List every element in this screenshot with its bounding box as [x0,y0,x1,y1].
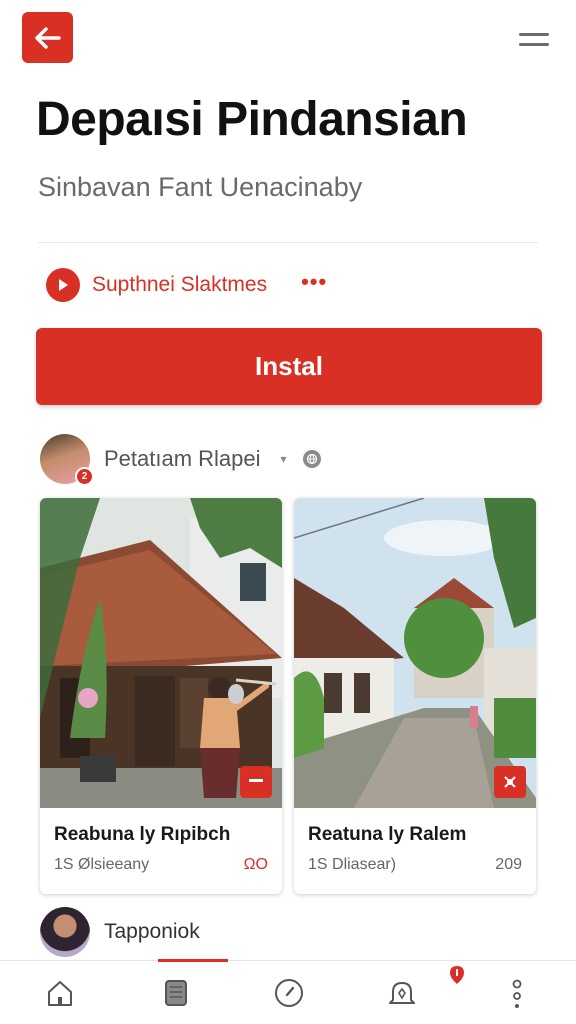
nav-notifications[interactable] [382,973,422,1013]
install-button[interactable]: Instal [36,328,542,405]
tag-icon[interactable] [494,766,526,798]
card-image [40,498,282,808]
book-icon [165,980,187,1006]
card-meta: 1S Ølsieeany [54,856,150,873]
arrow-left-icon [34,26,61,49]
globe-icon [302,450,321,468]
article-card[interactable]: Reabuna ly Rıpibch 1S Ølsieeany ΩO [40,498,282,894]
article-card[interactable]: Reatuna ly Ralem 1S Dliasear) 209 [294,498,536,894]
compass-icon [275,979,303,1007]
more-vertical-icon [512,979,522,1008]
chevron-down-icon[interactable]: ▾ [281,452,287,466]
avatar-badge: 2 [75,467,94,486]
author-name[interactable]: Petatıam Rlapei [104,446,261,472]
next-author-row[interactable]: Tapponiok [40,906,200,958]
card-image [294,498,536,808]
nav-home[interactable] [40,973,80,1013]
top-bar [0,0,576,80]
seller-name[interactable]: Supthnei Slaktmes [92,273,267,297]
divider [38,242,538,243]
home-icon [48,981,72,1006]
bookmark-icon[interactable] [240,766,272,798]
card-title[interactable]: Reatuna ly Ralem [308,824,466,846]
nav-explore[interactable] [269,973,309,1013]
avatar[interactable]: 2 [40,434,94,486]
bottom-navigation [0,959,576,1024]
hamburger-menu-icon [519,32,549,36]
nav-library[interactable] [156,973,196,1013]
active-tab-indicator [158,959,228,962]
notification-badge-icon [450,966,464,984]
page-title: Depaısi Pindansian [36,93,468,146]
page-subtitle: Sinbavan Fant Uenacinaby [38,172,363,202]
avatar[interactable] [40,907,90,957]
card-title[interactable]: Reabuna ly Rıpibch [54,824,230,846]
author-name[interactable]: Tapponiok [104,920,200,944]
back-button[interactable] [22,12,73,63]
more-options-button[interactable]: ••• [301,271,327,299]
card-meta: 1S Dliasear) [308,856,397,873]
menu-button[interactable] [516,26,552,52]
play-icon [46,268,80,302]
seller-row[interactable]: Supthnei Slaktmes ••• [46,266,327,304]
card-count: ΩO [243,856,268,873]
bell-icon [389,982,415,1004]
card-count: 209 [495,856,522,873]
author-row[interactable]: 2 Petatıam Rlapei ▾ [40,434,321,486]
nav-more[interactable] [497,973,537,1013]
